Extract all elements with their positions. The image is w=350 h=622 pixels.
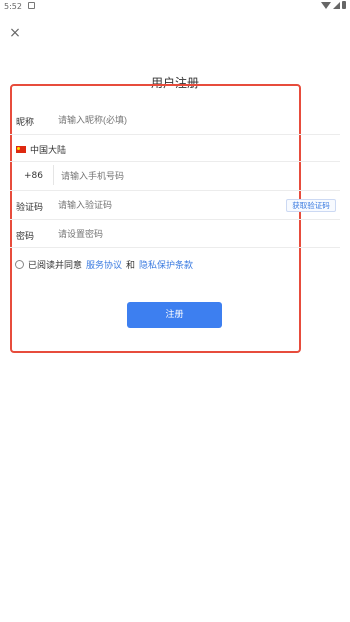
status-bar: 5:52 xyxy=(0,0,350,14)
agreement-conj: 和 xyxy=(126,261,136,271)
battery-icon xyxy=(342,1,346,9)
region-label: 中国大陆 xyxy=(30,146,67,156)
nickname-input[interactable] xyxy=(58,113,278,127)
code-input[interactable] xyxy=(58,198,258,212)
password-input[interactable] xyxy=(58,227,278,241)
register-button[interactable]: 注册 xyxy=(127,302,222,328)
phone-input[interactable] xyxy=(61,169,281,183)
close-button[interactable]: × xyxy=(6,24,24,42)
divider xyxy=(10,161,340,162)
password-label: 密码 xyxy=(16,232,35,242)
agree-radio[interactable] xyxy=(15,260,24,269)
wifi-icon xyxy=(321,1,331,9)
code-separator xyxy=(53,165,54,185)
agreement-row: 已阅读并同意 服务协议和隐私保护条款 xyxy=(15,258,193,271)
region-selector[interactable]: 中国大陆 xyxy=(16,143,66,156)
divider xyxy=(10,247,340,248)
country-code[interactable]: +86 xyxy=(24,171,43,181)
divider xyxy=(10,219,340,220)
agreement-prefix: 已阅读并同意 xyxy=(28,261,83,271)
divider xyxy=(10,134,340,135)
nickname-label: 昵称 xyxy=(16,118,35,128)
status-time: 5:52 xyxy=(4,2,22,11)
china-flag-icon xyxy=(16,146,26,153)
service-agreement-link[interactable]: 服务协议 xyxy=(86,258,122,271)
signal-icon xyxy=(333,1,340,9)
code-label: 验证码 xyxy=(16,203,44,213)
divider xyxy=(10,190,340,191)
get-code-button[interactable]: 获取验证码 xyxy=(286,199,336,212)
status-icons xyxy=(321,1,346,9)
privacy-policy-link[interactable]: 隐私保护条款 xyxy=(139,258,193,271)
notification-icon xyxy=(28,2,35,9)
